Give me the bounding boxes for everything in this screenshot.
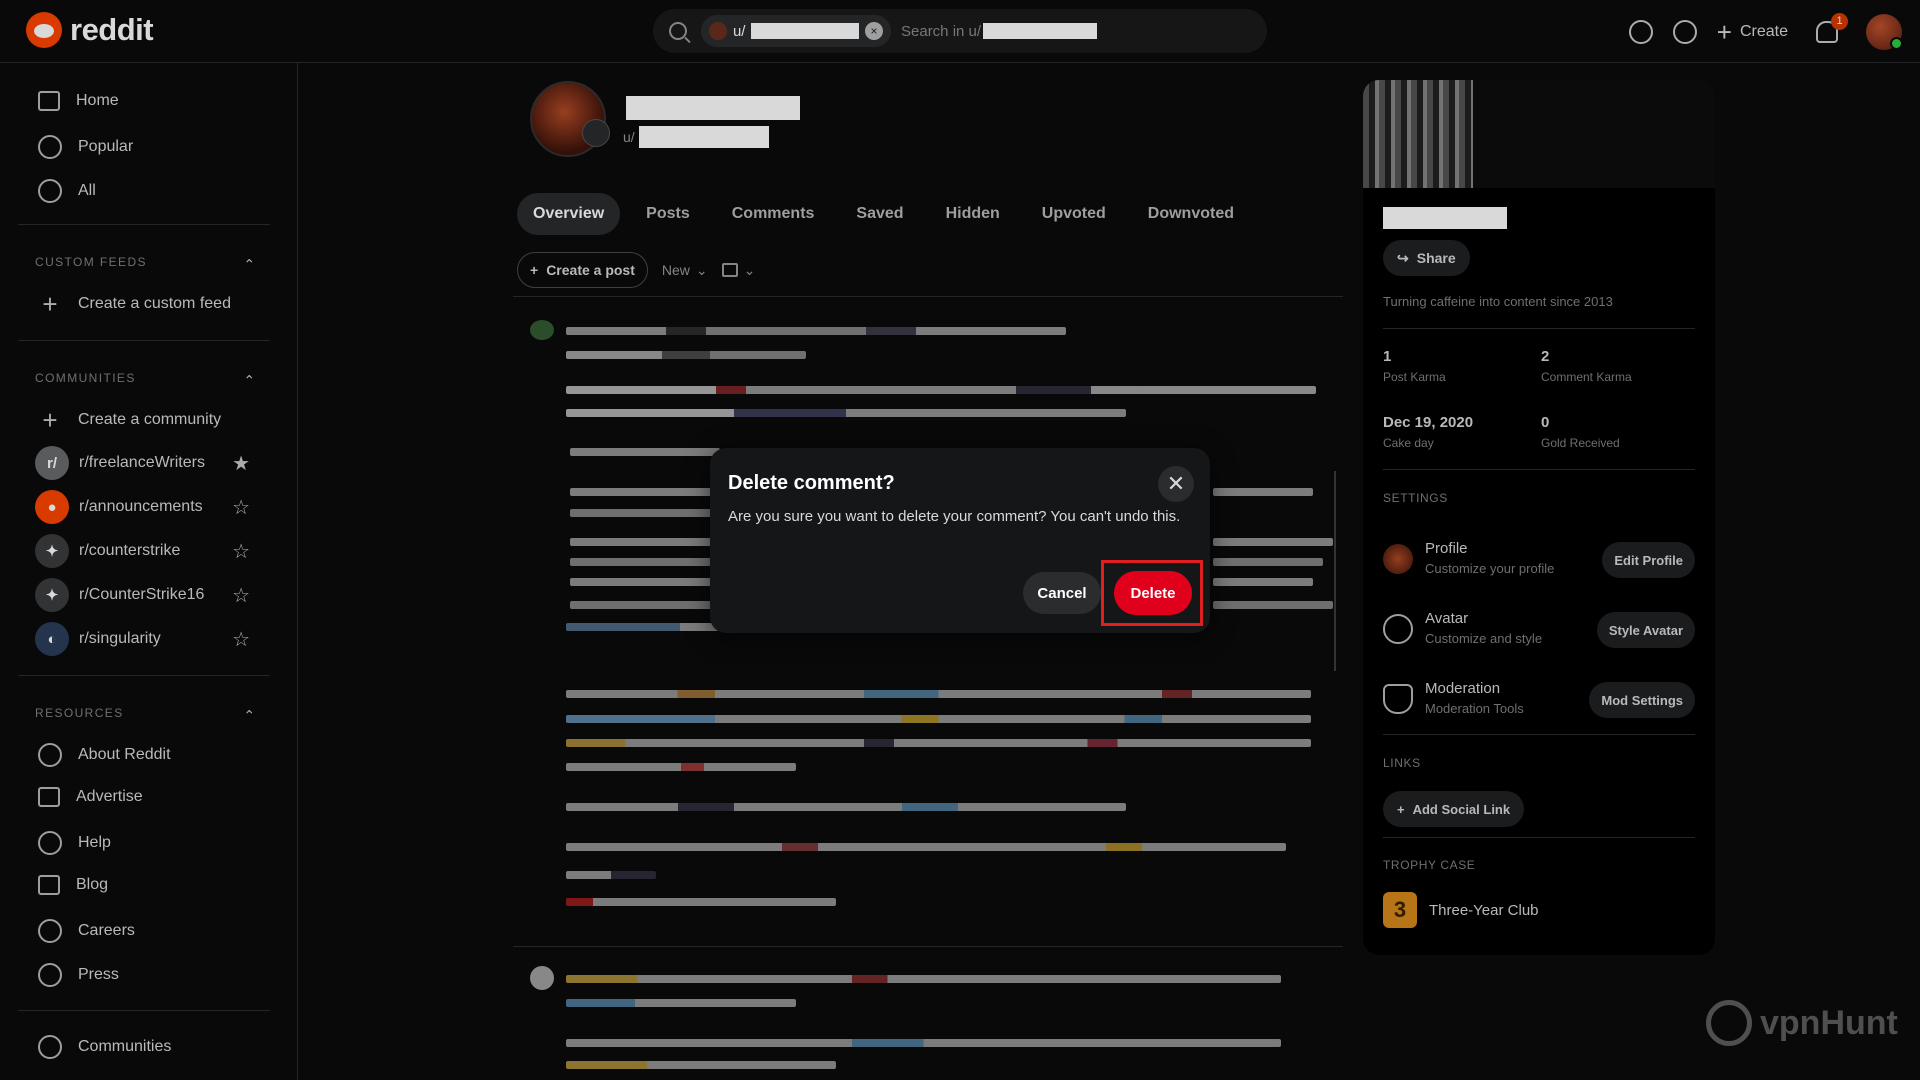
delete-comment-dialog: Delete comment? ✕ Are you sure you want … (710, 448, 1210, 633)
dialog-body: Are you sure you want to delete your com… (728, 508, 1181, 525)
delete-button[interactable]: Delete (1114, 571, 1192, 615)
watermark-text: vpnHunt (1760, 1003, 1898, 1042)
watermark-logo-icon (1706, 1000, 1752, 1046)
close-icon[interactable]: ✕ (1158, 466, 1194, 502)
dialog-title: Delete comment? (728, 472, 895, 494)
watermark: vpnHunt (1706, 1000, 1898, 1046)
cancel-button[interactable]: Cancel (1023, 572, 1101, 614)
